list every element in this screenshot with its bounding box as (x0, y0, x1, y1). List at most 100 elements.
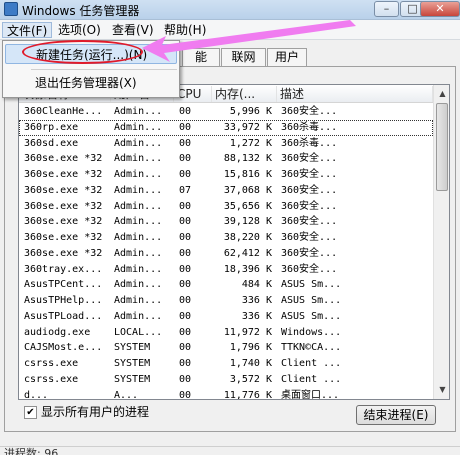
process-user: Admin... (114, 295, 163, 306)
process-name: 360se.exe *32 (24, 247, 103, 259)
process-description: 桌面窗口... (281, 389, 340, 400)
process-memory: 18,396 K (223, 263, 272, 275)
process-cpu: 00 (179, 153, 192, 165)
process-description: 360安全... (281, 153, 338, 165)
process-cpu: 00 (179, 121, 192, 133)
tab-networking[interactable]: 联网 (221, 48, 266, 66)
process-name: d... (24, 389, 49, 400)
process-name: 360se.exe *32 (24, 200, 103, 212)
process-row[interactable]: AsusTPLoad... Admin... 00 336 K ASUS Sm... (19, 309, 433, 325)
minimize-icon[interactable]: – (374, 1, 399, 17)
process-memory: 33,972 K (223, 121, 272, 133)
process-cpu: 00 (179, 279, 192, 291)
process-row[interactable]: 360rp.exe Admin... 00 33,972 K 360杀毒... (19, 119, 433, 136)
task-manager-app-icon (4, 2, 18, 16)
process-user: SYSTEM (114, 358, 151, 369)
process-name: 360se.exe *32 (24, 184, 103, 196)
menu-options[interactable]: 选项(O) (54, 22, 105, 38)
window-title: Windows 任务管理器 (22, 4, 140, 18)
process-description: 360安全... (281, 184, 338, 196)
process-name: csrss.exe (24, 373, 79, 385)
process-memory: 15,816 K (223, 169, 272, 180)
process-user: Admin... (114, 216, 163, 228)
process-user: Admin... (114, 310, 163, 322)
process-row[interactable]: csrss.exe SYSTEM 00 1,740 K Client ... (19, 356, 433, 372)
tab-users[interactable]: 用户 (267, 48, 307, 66)
process-name: 360sd.exe (24, 137, 79, 149)
process-name: 360rp.exe (24, 121, 79, 133)
menu-view[interactable]: 查看(V) (108, 22, 158, 38)
process-name: 360CleanHe... (24, 106, 103, 117)
process-row[interactable]: d... A... 00 11,776 K 桌面窗口... (19, 388, 433, 400)
process-memory: 62,412 K (223, 247, 272, 259)
process-user: Admin... (114, 184, 163, 196)
process-description: ASUS Sm... (281, 295, 342, 306)
process-row[interactable]: CAJSMost.e... SYSTEM 00 1,796 K TTKN©CA... (19, 340, 433, 356)
process-row[interactable]: 360sd.exe Admin... 00 1,272 K 360杀毒... (19, 136, 433, 152)
process-cpu: 00 (179, 263, 192, 275)
close-icon[interactable]: ✕ (420, 1, 460, 17)
process-row[interactable]: audiodg.exe LOCAL... 00 11,972 K Windows... (19, 325, 433, 341)
process-description: 360安全... (281, 169, 338, 180)
process-description: 360安全... (281, 263, 338, 275)
scroll-down-arrow-icon[interactable]: ▼ (434, 381, 449, 398)
process-description: ASUS Sm... (281, 310, 342, 322)
process-description: 360杀毒... (281, 137, 338, 149)
menu-separator (31, 69, 177, 70)
menu-item-exit[interactable]: 退出任务管理器(X) (35, 76, 137, 90)
process-name: CAJSMost.e... (24, 342, 103, 354)
process-memory: 11,776 K (223, 389, 272, 400)
process-user: Admin... (114, 153, 163, 165)
process-description: 360杀毒... (281, 121, 338, 133)
show-all-users-checkbox[interactable]: ✔ (24, 406, 37, 419)
process-row[interactable]: 360se.exe *32 Admin... 00 88,132 K 360安全... (19, 151, 433, 167)
process-user: Admin... (114, 232, 163, 243)
process-row[interactable]: 360se.exe *32 Admin... 00 38,220 K 360安全... (19, 230, 433, 246)
process-row[interactable]: AsusTPHelp... Admin... 00 336 K ASUS Sm... (19, 293, 433, 309)
process-memory: 11,972 K (223, 326, 272, 338)
process-row[interactable]: 360tray.ex... Admin... 00 18,396 K 360安全... (19, 262, 433, 278)
process-cpu: 00 (179, 326, 192, 338)
process-name: csrss.exe (24, 358, 79, 369)
process-row[interactable]: 360se.exe *32 Admin... 00 62,412 K 360安全... (19, 246, 433, 262)
process-name: 360se.exe *32 (24, 169, 103, 180)
process-user: Admin... (114, 247, 163, 259)
process-description: 360安全... (281, 232, 338, 243)
process-name: audiodg.exe (24, 326, 91, 338)
process-memory: 336 K (241, 310, 272, 322)
tab-performance[interactable]: 能 (182, 48, 220, 66)
column-header-description[interactable]: 描述 (277, 86, 433, 102)
menu-help[interactable]: 帮助(H) (160, 22, 210, 38)
process-name: 360se.exe *32 (24, 153, 103, 165)
process-user: LOCAL... (114, 326, 163, 338)
scroll-thumb[interactable] (436, 103, 448, 191)
menu-bar: 文件(F) 选项(O) 查看(V) 帮助(H) (0, 20, 460, 40)
scroll-up-arrow-icon[interactable]: ▲ (434, 85, 449, 102)
process-description: 360安全... (281, 200, 338, 212)
end-process-button[interactable]: 结束进程(E) (356, 405, 436, 425)
process-user: Admin... (114, 137, 163, 149)
process-row[interactable]: csrss.exe SYSTEM 00 3,572 K Client ... (19, 372, 433, 388)
process-memory: 38,220 K (223, 232, 272, 243)
process-row[interactable]: 360se.exe *32 Admin... 07 37,068 K 360安全... (19, 183, 433, 199)
process-row[interactable]: 360se.exe *32 Admin... 00 35,656 K 360安全... (19, 199, 433, 215)
process-user: Admin... (114, 106, 163, 117)
process-memory: 484 K (241, 279, 272, 291)
process-cpu: 00 (179, 200, 192, 212)
process-row[interactable]: 360CleanHe... Admin... 00 5,996 K 360安全... (19, 104, 433, 120)
process-list[interactable]: 映像名称 用户名 CPU 内存(... 描述 360CleanHe...Admi… (18, 84, 450, 400)
process-row[interactable]: AsusTPCent... Admin... 00 484 K ASUS Sm... (19, 277, 433, 293)
process-name: 360tray.ex... (24, 263, 103, 275)
vertical-scrollbar[interactable]: ▲ ▼ (433, 85, 449, 399)
red-highlight-ellipse (22, 40, 143, 64)
process-user: Admin... (114, 169, 163, 180)
process-cpu: 00 (179, 232, 192, 243)
menu-file[interactable]: 文件(F) (2, 22, 53, 38)
process-row[interactable]: 360se.exe *32 Admin... 00 39,128 K 360安全... (19, 214, 433, 230)
process-row[interactable]: 360se.exe *32 Admin... 00 15,816 K 360安全... (19, 167, 433, 183)
process-cpu: 00 (179, 358, 192, 369)
column-header-memory[interactable]: 内存(... (212, 86, 277, 102)
process-user: SYSTEM (114, 373, 151, 385)
process-cpu: 00 (179, 247, 192, 259)
process-name: AsusTPLoad... (24, 310, 103, 322)
